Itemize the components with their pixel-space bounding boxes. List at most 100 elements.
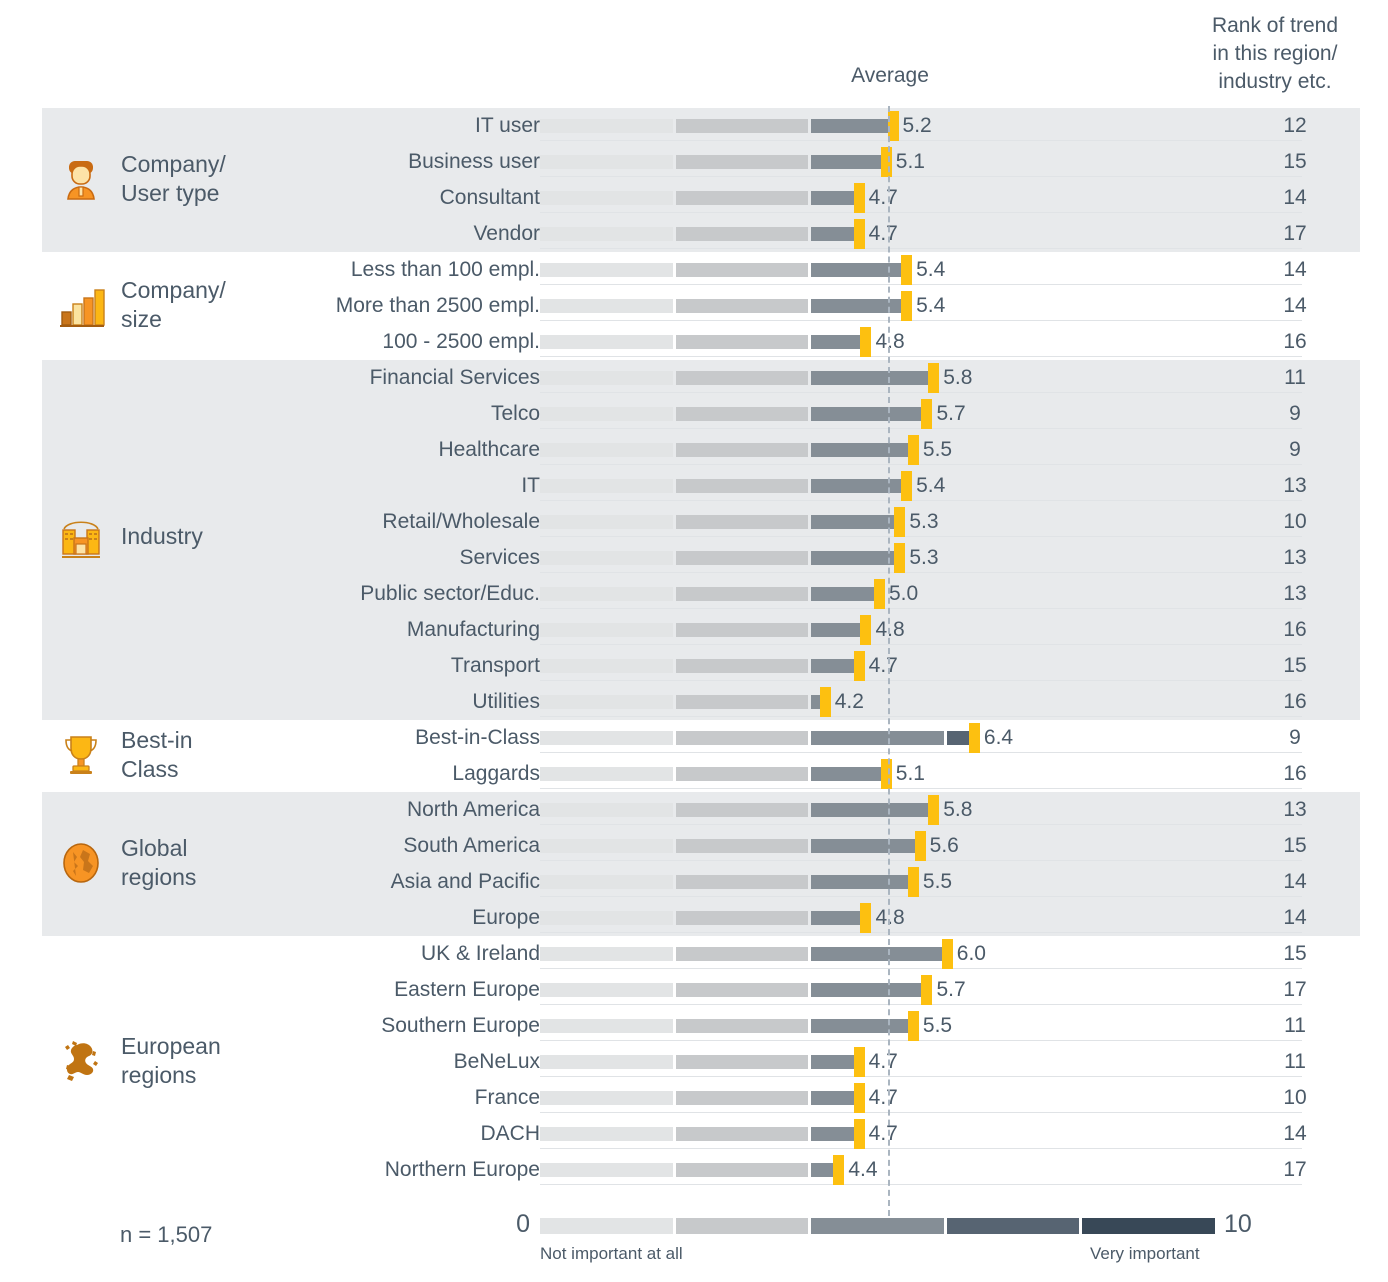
bar-segment-2: [675, 659, 809, 673]
scale-segment-4: [946, 1218, 1080, 1234]
bar-segment-3: [811, 407, 924, 421]
average-marker: [860, 327, 872, 357]
bar-segment-3: [811, 551, 897, 565]
row-label: France: [474, 1086, 540, 1109]
value-label: 4.7: [868, 1086, 898, 1109]
bar-segment-1: [540, 479, 673, 493]
row-label: More than 2500 empl.: [335, 294, 540, 317]
value-label: 5.5: [922, 1014, 953, 1037]
rank-value: 17: [1283, 1158, 1307, 1181]
bar-segment-3: [811, 191, 856, 205]
bar-segment-1: [540, 1163, 673, 1177]
group-title-global-regions: Global regions: [121, 834, 196, 892]
value-bar: [540, 299, 1218, 313]
bar-segment-4: [946, 731, 971, 745]
value-bar: [540, 155, 1218, 169]
scale-min-label: 0: [516, 1210, 530, 1238]
table-row: Eastern Europe 5.7 17: [0, 972, 1388, 1008]
rank-value: 9: [1289, 438, 1301, 461]
bar-segment-2: [675, 227, 809, 241]
row-baseline: [540, 140, 1302, 141]
table-row: Northern Europe 4.4 17: [0, 1152, 1388, 1188]
bar-segment-2: [675, 587, 809, 601]
value-bar: [540, 875, 1218, 889]
table-row: IT user 5.2 12: [0, 108, 1388, 144]
row-label: DACH: [480, 1122, 540, 1145]
table-row: Telco 5.7 9: [0, 396, 1388, 432]
table-row: Vendor 4.7 17: [0, 216, 1388, 252]
average-marker: [901, 255, 913, 285]
bar-segment-3: [811, 1163, 836, 1177]
group-european-regions: European regions: [55, 1032, 255, 1090]
row-baseline: [540, 1076, 1302, 1077]
row-baseline: [540, 824, 1302, 825]
table-row: UK & Ireland 6.0 15: [0, 936, 1388, 972]
scale-max-label: 10: [1224, 1210, 1252, 1238]
average-marker: [928, 363, 940, 393]
bar-segment-1: [540, 695, 673, 709]
rank-header-line-1: Rank of trend: [1211, 14, 1339, 37]
average-marker: [853, 1047, 865, 1077]
rank-value: 9: [1289, 402, 1301, 425]
bar-segment-2: [675, 1055, 809, 1069]
value-label: 4.7: [868, 1050, 898, 1073]
bar-segment-3: [811, 731, 944, 745]
rank-value: 12: [1283, 114, 1307, 137]
scale-segment-2: [675, 1218, 809, 1234]
bar-segment-1: [540, 875, 673, 889]
bar-segment-2: [675, 1127, 809, 1141]
value-label: 5.0: [889, 582, 919, 605]
bar-segment-2: [675, 803, 809, 817]
trophy-icon: [55, 729, 107, 781]
bar-segment-3: [811, 659, 856, 673]
average-marker: [921, 399, 933, 429]
row-label: Best-in-Class: [415, 726, 540, 749]
bar-segment-3: [811, 839, 917, 853]
table-row: Public sector/Educ. 5.0 13: [0, 576, 1388, 612]
average-marker: [853, 1119, 865, 1149]
bar-segment-1: [540, 623, 673, 637]
group-company-size: Company/size: [55, 276, 255, 334]
row-label: Asia and Pacific: [390, 870, 540, 893]
bar-segment-3: [811, 1091, 856, 1105]
group-title-line-2: regions: [121, 1062, 197, 1088]
bar-segment-3: [811, 515, 897, 529]
group-title-industry: Industry: [121, 522, 203, 551]
europe-map-icon: [55, 1035, 107, 1087]
building-icon: [55, 510, 107, 562]
rank-value: 13: [1283, 582, 1307, 605]
bar-segment-2: [675, 911, 809, 925]
bar-segment-2: [675, 407, 809, 421]
rank-header-line-3: industry etc.: [1218, 70, 1332, 93]
bar-segment-1: [540, 587, 673, 601]
group-title-line-1: Company/: [121, 277, 226, 303]
value-bar: [540, 767, 1218, 781]
value-bar: [540, 551, 1218, 565]
value-bar: [540, 119, 1218, 133]
scale-segment-3: [811, 1218, 944, 1234]
average-marker: [880, 147, 892, 177]
bar-segment-1: [540, 803, 673, 817]
value-label: 4.7: [868, 186, 898, 209]
row-label: Healthcare: [438, 438, 540, 461]
value-label: 5.4: [916, 294, 946, 317]
value-label: 6.4: [983, 726, 1014, 749]
rank-value: 13: [1283, 546, 1307, 569]
row-baseline: [540, 320, 1302, 321]
value-bar: [540, 443, 1218, 457]
average-marker: [853, 651, 865, 681]
bar-segment-2: [675, 335, 809, 349]
rank-value: 11: [1284, 1014, 1306, 1037]
rank-value: 16: [1283, 762, 1307, 785]
group-best-in-class: Best-in Class: [55, 726, 255, 784]
row-label: IT user: [475, 114, 540, 137]
average-marker: [928, 795, 940, 825]
rank-value: 9: [1289, 726, 1301, 749]
bar-segment-3: [811, 1019, 910, 1033]
table-row: Manufacturing 4.8 16: [0, 612, 1388, 648]
bar-segment-3: [811, 803, 931, 817]
row-label: BeNeLux: [453, 1050, 540, 1073]
row-label: Eastern Europe: [394, 978, 540, 1001]
average-marker: [874, 579, 885, 609]
row-label: Europe: [472, 906, 540, 929]
